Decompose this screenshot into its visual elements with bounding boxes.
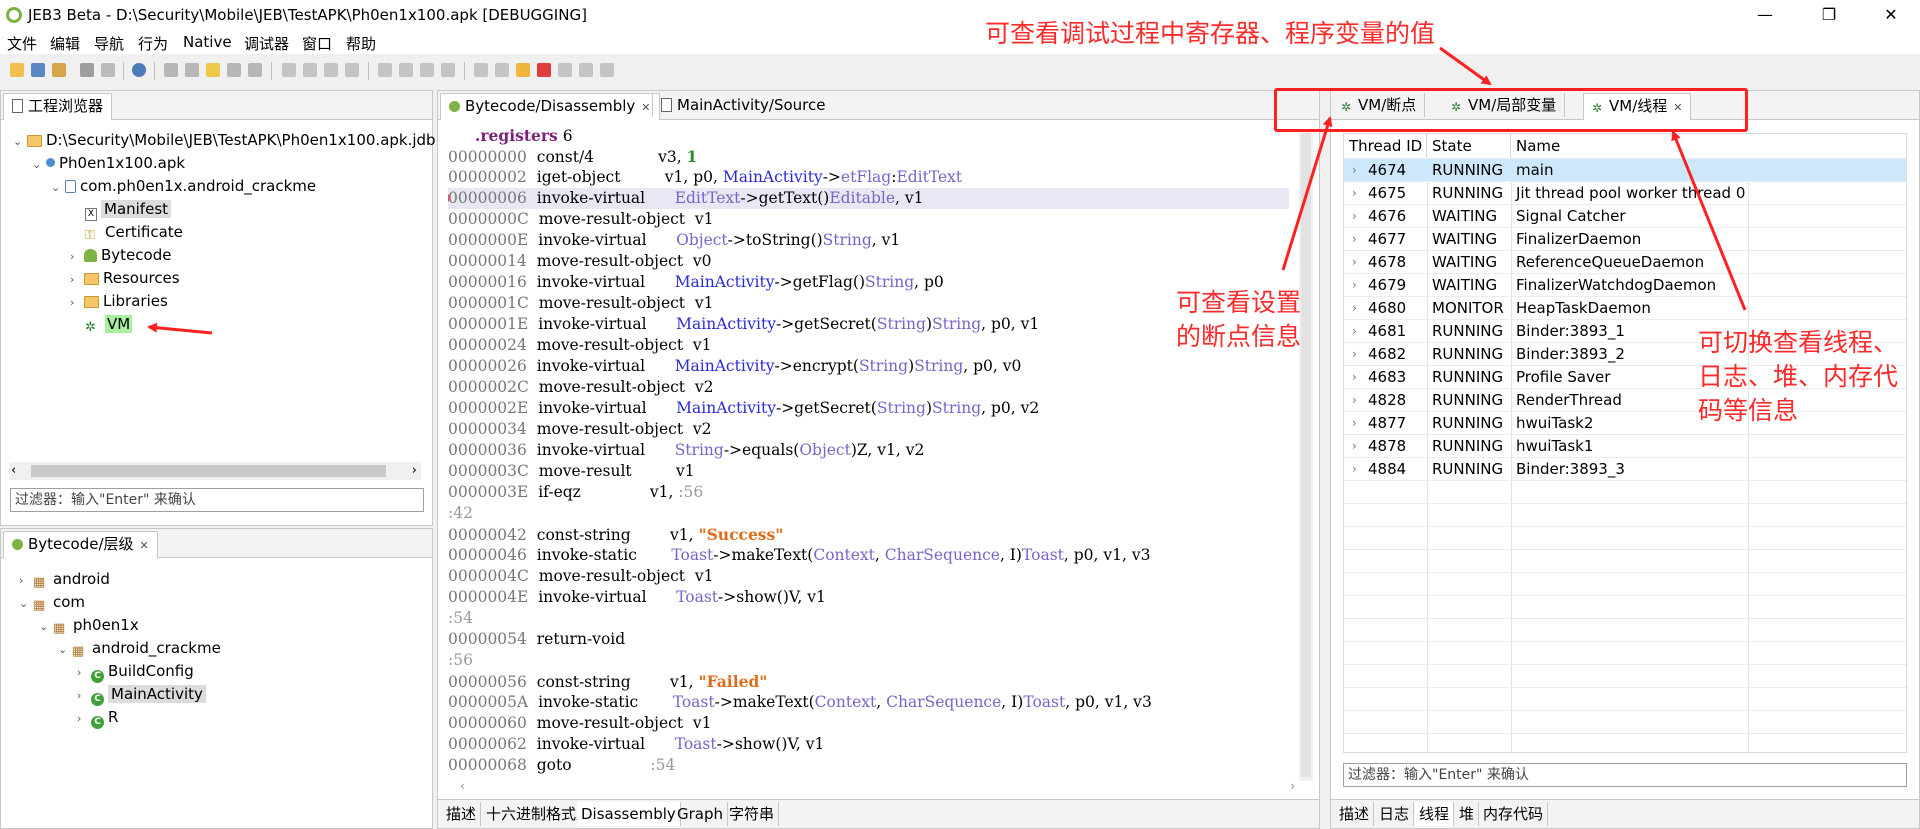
arrow-vm [147,322,213,335]
arrow-threads [1671,130,1747,311]
arrow-top [1439,46,1492,86]
arrow-breakpoints [1281,116,1333,271]
annotation-arrows [147,46,1747,335]
